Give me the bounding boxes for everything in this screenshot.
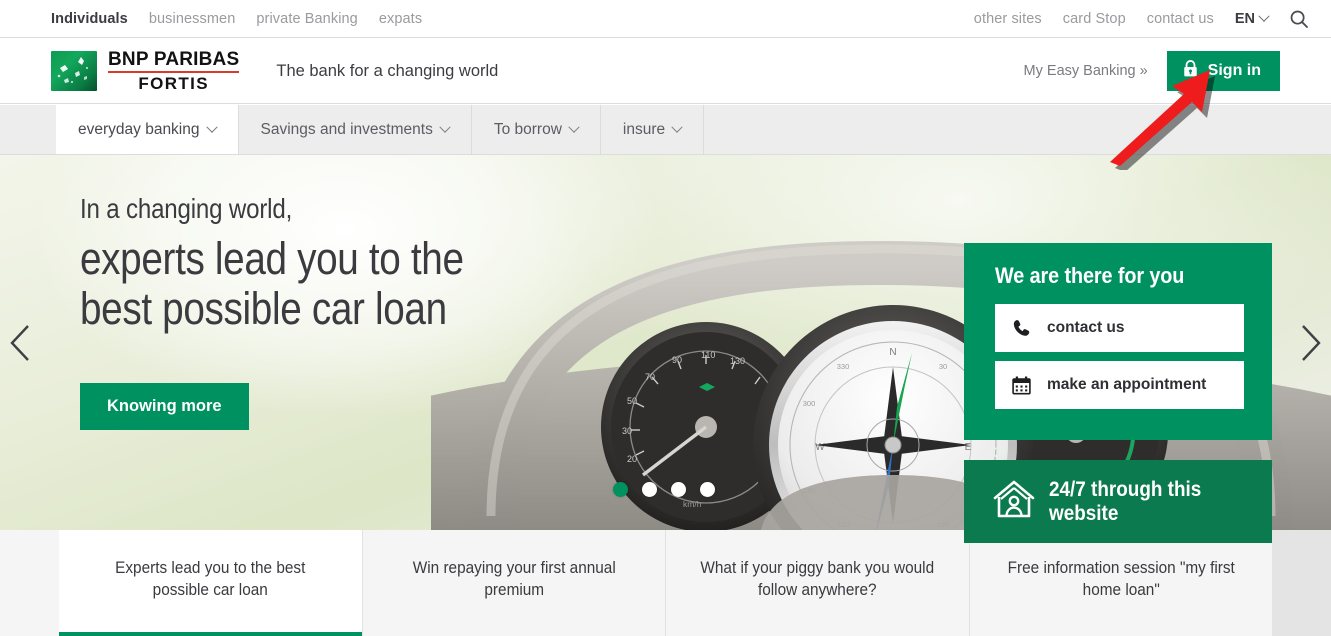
- promo-card-4[interactable]: Free information session "my first home …: [969, 530, 1272, 636]
- brand-bar: BNP PARIBAS FORTIS The bank for a changi…: [0, 39, 1331, 104]
- nav-item-everyday-banking-label: everyday banking: [78, 120, 200, 138]
- chevron-down-icon: [671, 121, 683, 133]
- cards-left-gutter: [0, 530, 59, 636]
- help-panel-top: We are there for you contact us make an …: [964, 243, 1272, 440]
- contact-us-label: contact us: [1047, 319, 1125, 336]
- util-link-other-sites[interactable]: other sites: [974, 11, 1042, 27]
- nav-empty-area: [704, 105, 1331, 154]
- util-link-private-banking[interactable]: private Banking: [256, 11, 357, 27]
- page-root: Individuals businessmen private Banking …: [0, 0, 1331, 636]
- help-panel: We are there for you contact us make an …: [964, 243, 1272, 543]
- chevron-down-icon: [439, 121, 451, 133]
- promo-card-1[interactable]: Experts lead you to the best possible ca…: [59, 530, 363, 636]
- promo-card-2[interactable]: Win repaying your first annual premium: [362, 530, 666, 636]
- svg-text:20: 20: [627, 454, 637, 464]
- utility-bar-right-links: other sites card Stop contact us EN: [974, 9, 1309, 29]
- contact-us-button[interactable]: contact us: [995, 304, 1244, 352]
- courbe-stars-icon: [57, 57, 89, 84]
- carousel-next-button[interactable]: [1295, 320, 1325, 366]
- chevron-down-icon: [1258, 10, 1270, 22]
- cards-right-gutter: [1272, 530, 1331, 636]
- hero-headline-line-1: experts lead you to the: [80, 233, 464, 284]
- hero-headline-line-2: best possible car loan: [80, 283, 447, 335]
- nav-item-everyday-banking[interactable]: everyday banking: [56, 105, 239, 154]
- my-easy-banking-link[interactable]: My Easy Banking »: [1024, 63, 1148, 79]
- chevron-down-icon: [205, 121, 218, 133]
- svg-text:km/h: km/h: [683, 499, 702, 509]
- main-navigation: everyday banking Savings and investments…: [0, 105, 1331, 155]
- util-link-contact-us[interactable]: contact us: [1147, 11, 1214, 27]
- carousel-dot-2[interactable]: [642, 482, 657, 497]
- carousel-dot-1[interactable]: [613, 482, 628, 497]
- svg-text:30: 30: [939, 362, 947, 371]
- language-selector-label: EN: [1234, 10, 1255, 27]
- carousel-prev-button[interactable]: [6, 320, 36, 366]
- bnp-star-logo-icon: [51, 51, 97, 91]
- chevron-down-icon: [568, 121, 580, 133]
- promo-card-4-text: Free information session "my first home …: [1007, 558, 1235, 599]
- nav-item-insure-label: insure: [622, 120, 666, 138]
- svg-text:330: 330: [837, 362, 850, 371]
- nav-item-to-borrow-label: To borrow: [493, 120, 562, 138]
- util-link-businessmen[interactable]: businessmen: [149, 11, 236, 27]
- carousel-dot-3[interactable]: [671, 482, 686, 497]
- nav-item-savings-and-investments-label: Savings and investments: [260, 120, 433, 138]
- svg-text:300: 300: [803, 399, 816, 408]
- promo-card-3[interactable]: What if your piggy bank you would follow…: [666, 530, 970, 636]
- svg-text:110: 110: [701, 350, 715, 360]
- svg-text:130: 130: [730, 356, 745, 366]
- search-icon[interactable]: [1289, 9, 1309, 29]
- logo-red-rule: [108, 71, 240, 73]
- hero-eyebrow: In a changing world,: [80, 193, 293, 224]
- svg-text:N: N: [889, 347, 896, 358]
- util-link-expats[interactable]: expats: [379, 11, 422, 27]
- hero-headline: experts lead you to the best possible ca…: [80, 233, 484, 335]
- svg-text:W: W: [815, 442, 825, 453]
- nav-item-insure[interactable]: insure: [601, 105, 705, 154]
- brand-tagline: The bank for a changing world: [276, 61, 499, 80]
- carousel-dots: [613, 482, 715, 497]
- logo-bnp-paribas: BNP PARIBAS: [108, 49, 240, 70]
- sign-in-label: Sign in: [1207, 62, 1261, 79]
- promo-cards: Experts lead you to the best possible ca…: [59, 530, 1272, 636]
- svg-text:90: 90: [672, 355, 682, 365]
- svg-text:50: 50: [627, 396, 637, 406]
- house-person-icon: [992, 478, 1036, 525]
- website-24-7-row[interactable]: 24/7 through this website: [964, 460, 1272, 543]
- logo-wordmark: BNP PARIBAS FORTIS: [108, 49, 240, 93]
- language-selector[interactable]: EN: [1234, 10, 1270, 27]
- logo-fortis: FORTIS: [138, 74, 210, 93]
- help-panel-or-label: Or: [991, 444, 1007, 460]
- site-logo[interactable]: BNP PARIBAS FORTIS: [51, 49, 240, 93]
- promo-card-2-text: Win repaying your first annual premium: [412, 558, 616, 599]
- hero-text-block: In a changing world, experts lead you to…: [80, 193, 550, 335]
- svg-text:30: 30: [622, 426, 632, 436]
- promo-card-3-text: What if your piggy bank you would follow…: [700, 558, 935, 599]
- svg-text:70: 70: [645, 372, 655, 382]
- phone-icon: [995, 318, 1047, 339]
- lock-icon: [1182, 59, 1199, 83]
- nav-item-to-borrow[interactable]: To borrow: [472, 105, 601, 154]
- make-appointment-label: make an appointment: [1047, 376, 1207, 393]
- util-link-card-stop[interactable]: card Stop: [1063, 11, 1126, 27]
- calendar-icon: [995, 375, 1047, 396]
- utility-bar: Individuals businessmen private Banking …: [0, 0, 1331, 38]
- util-link-individuals[interactable]: Individuals: [51, 11, 128, 27]
- brand-bar-right: My Easy Banking » Sign in: [1024, 39, 1331, 103]
- nav-left-spacer: [0, 105, 56, 154]
- utility-bar-left-links: Individuals businessmen private Banking …: [51, 11, 422, 27]
- make-appointment-button[interactable]: make an appointment: [995, 361, 1244, 409]
- knowing-more-button[interactable]: Knowing more: [80, 383, 249, 430]
- sign-in-button[interactable]: Sign in: [1166, 51, 1280, 91]
- carousel-dot-4[interactable]: [700, 482, 715, 497]
- website-24-7-label: 24/7 through this website: [1049, 477, 1202, 525]
- nav-item-savings-and-investments[interactable]: Savings and investments: [239, 105, 472, 154]
- help-panel-title: We are there for you: [995, 263, 1185, 288]
- promo-card-1-text: Experts lead you to the best possible ca…: [115, 558, 306, 599]
